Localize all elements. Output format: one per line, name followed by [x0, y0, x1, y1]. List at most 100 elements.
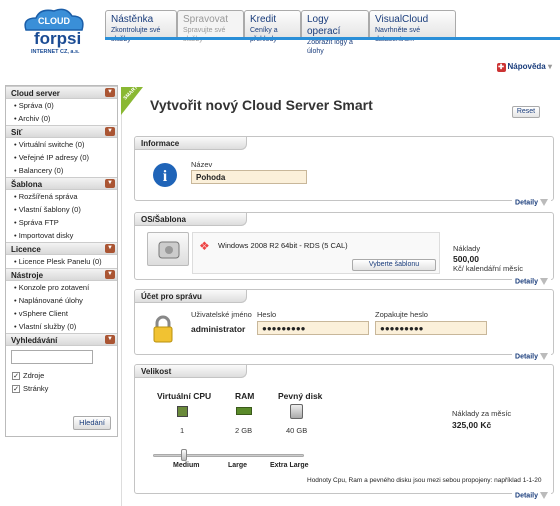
checkbox-checked-icon[interactable]: ✓	[12, 372, 20, 381]
svg-text:i: i	[163, 168, 168, 185]
search-filter-zdroje[interactable]: ✓ Zdroje	[6, 370, 117, 383]
slider-label-medium: Medium	[173, 462, 200, 469]
size-note: Hodnoty Cpu, Ram a pevného disku jsou me…	[307, 477, 542, 484]
name-field[interactable]: Pohoda	[191, 170, 307, 184]
tab-subtitle: Ceníky a přehledy	[250, 27, 278, 43]
details-toggle[interactable]: Detaily	[512, 492, 551, 502]
ram-icon	[236, 407, 252, 415]
monthly-cost-value: 325,00 Kč	[452, 420, 492, 430]
tab-title: Spravovat	[183, 14, 229, 25]
section-title: Síť	[11, 128, 23, 137]
details-toggle[interactable]: Detaily	[512, 353, 551, 363]
tab-logy-operaci[interactable]: Logy operací Zobrazit logy a úlohy	[301, 10, 369, 55]
logo-forpsi-text: forpsi	[34, 29, 82, 48]
size-slider-track[interactable]	[153, 454, 304, 457]
sidebar-item-own-services[interactable]: Vlastní služby (0)	[6, 320, 117, 333]
slider-label-extra-large: Extra Large	[270, 462, 309, 469]
sidebar-item-recovery-console[interactable]: Konzole pro zotavení	[6, 281, 117, 294]
password-field[interactable]: ●●●●●●●●●	[257, 321, 369, 335]
section-title: Nástroje	[11, 271, 44, 280]
monthly-cost-label: Náklady za měsíc	[452, 409, 512, 418]
checkbox-checked-icon[interactable]: ✓	[12, 385, 20, 394]
sidebar-item-import-disks[interactable]: Importovat disky	[6, 229, 117, 242]
sidebar-item-vsphere[interactable]: vSphere Client	[6, 307, 117, 320]
cost-label: Náklady	[453, 244, 481, 253]
disk-value: 40 GB	[286, 426, 308, 435]
panel-os-sablona: OS/Šablona ❖ Windows 2008 R2 64bit - RDS…	[134, 212, 554, 288]
sidebar-item-sprava[interactable]: Správa (0)	[6, 99, 117, 112]
details-label: Detaily	[515, 492, 538, 500]
cpu-label: Virtuální CPU	[157, 391, 212, 401]
collapse-arrow-icon[interactable]: ▼	[105, 179, 115, 188]
lock-icon	[153, 315, 173, 343]
collapse-arrow-icon[interactable]: ▼	[105, 335, 115, 344]
sidebar-section-licence[interactable]: Licence ▼	[6, 242, 117, 255]
details-toggle[interactable]: Detaily	[512, 199, 551, 209]
collapse-arrow-icon[interactable]: ▼	[105, 88, 115, 97]
section-title: Vyhledávání	[11, 336, 58, 345]
tab-title: Logy operací	[307, 14, 341, 37]
hard-disk-icon	[290, 404, 303, 419]
sidebar-item-scheduled-tasks[interactable]: Naplánované úlohy	[6, 294, 117, 307]
cost-unit: Kč/ kalendářní měsíc	[453, 264, 524, 273]
collapse-arrow-icon[interactable]: ▼	[105, 244, 115, 253]
search-filter-stranky[interactable]: ✓ Stránky	[6, 383, 117, 396]
tab-spravovat[interactable]: Spravovat Spravujte své služby	[177, 10, 244, 43]
cpu-value: 1	[180, 426, 185, 435]
details-label: Detaily	[515, 353, 538, 361]
sidebar-item-virtual-switches[interactable]: Virtuální switche (0)	[6, 138, 117, 151]
tab-nastenka[interactable]: Nástěnka Zkontrolujte své služby	[105, 10, 177, 43]
collapse-arrow-icon[interactable]: ▼	[105, 270, 115, 279]
chevron-down-icon	[540, 353, 548, 360]
sidebar-item-balancers[interactable]: Balancery (0)	[6, 164, 117, 177]
info-icon: i	[153, 163, 177, 187]
checkbox-label: Zdroje	[23, 371, 45, 380]
details-toggle[interactable]: Detaily	[512, 278, 551, 288]
sidebar-section-sablona[interactable]: Šablona ▼	[6, 177, 117, 190]
panel-title: Informace	[135, 137, 247, 150]
sidebar-section-sit[interactable]: Síť ▼	[6, 125, 117, 138]
sidebar-section-search[interactable]: Vyhledávání ▼	[6, 333, 117, 346]
sidebar-item-own-templates[interactable]: Vlastní šablony (0)	[6, 203, 117, 216]
tab-kredit[interactable]: Kredit Ceníky a přehledy	[244, 10, 301, 43]
tab-subtitle: Navrhněte své datacentrum	[375, 27, 421, 43]
sidebar-item-archiv[interactable]: Archiv (0)	[6, 112, 117, 125]
repeat-password-field[interactable]: ●●●●●●●●●	[375, 321, 487, 335]
search-input[interactable]	[11, 350, 93, 364]
tab-title: VisualCloud	[375, 14, 429, 25]
sidebar-item-advanced[interactable]: Rozšířená správa	[6, 190, 117, 203]
sidebar-item-ftp[interactable]: Správa FTP	[6, 216, 117, 229]
section-title: Cloud server	[11, 89, 60, 98]
cost-value: 500,00	[453, 254, 479, 264]
panel-title: Velikost	[135, 365, 247, 378]
section-title: Licence	[11, 245, 41, 254]
tab-title: Nástěnka	[111, 14, 154, 25]
template-box: ❖ Windows 2008 R2 64bit - RDS (5 CAL) Vy…	[192, 232, 440, 274]
collapse-arrow-icon[interactable]: ▼	[105, 127, 115, 136]
tab-visualcloud[interactable]: VisualCloud Navrhněte své datacentrum	[369, 10, 456, 43]
tab-subtitle: Zkontrolujte své služby	[111, 27, 161, 43]
chevron-down-icon	[540, 492, 548, 499]
name-label: Název	[191, 160, 213, 169]
username-value: administrator	[191, 324, 246, 334]
chevron-down-icon	[540, 199, 548, 206]
panel-velikost: Velikost Virtuální CPU 1 RAM 2 GB Pevný …	[134, 364, 554, 502]
windows-icon: ❖	[199, 239, 210, 253]
repeat-password-label: Zopakujte heslo	[375, 310, 428, 319]
choose-template-button[interactable]: Vyberte šablonu	[352, 259, 436, 271]
help-link[interactable]: ✚ Nápověda ▾	[496, 62, 552, 72]
logo-cloud-text: CLOUD	[38, 16, 70, 26]
sidebar-section-nastroje[interactable]: Nástroje ▼	[6, 268, 117, 281]
details-label: Detaily	[515, 199, 538, 207]
logo-subtext: INTERNET CZ, a.s.	[31, 49, 80, 55]
search-button[interactable]: Hledání	[73, 416, 111, 430]
tab-subtitle: Spravujte své služby	[183, 27, 226, 43]
sidebar-item-plesk[interactable]: Licence Plesk Panelu (0)	[6, 255, 117, 268]
server-image-icon	[147, 232, 189, 266]
size-slider-handle[interactable]	[181, 449, 187, 461]
cpu-icon	[177, 406, 188, 417]
sidebar-item-public-ips[interactable]: Veřejné IP adresy (0)	[6, 151, 117, 164]
reset-button[interactable]: Reset	[512, 106, 540, 118]
forpsi-logo[interactable]: CLOUD forpsi INTERNET CZ, a.s.	[18, 6, 92, 58]
sidebar-section-cloud-server[interactable]: Cloud server ▼	[6, 86, 117, 99]
